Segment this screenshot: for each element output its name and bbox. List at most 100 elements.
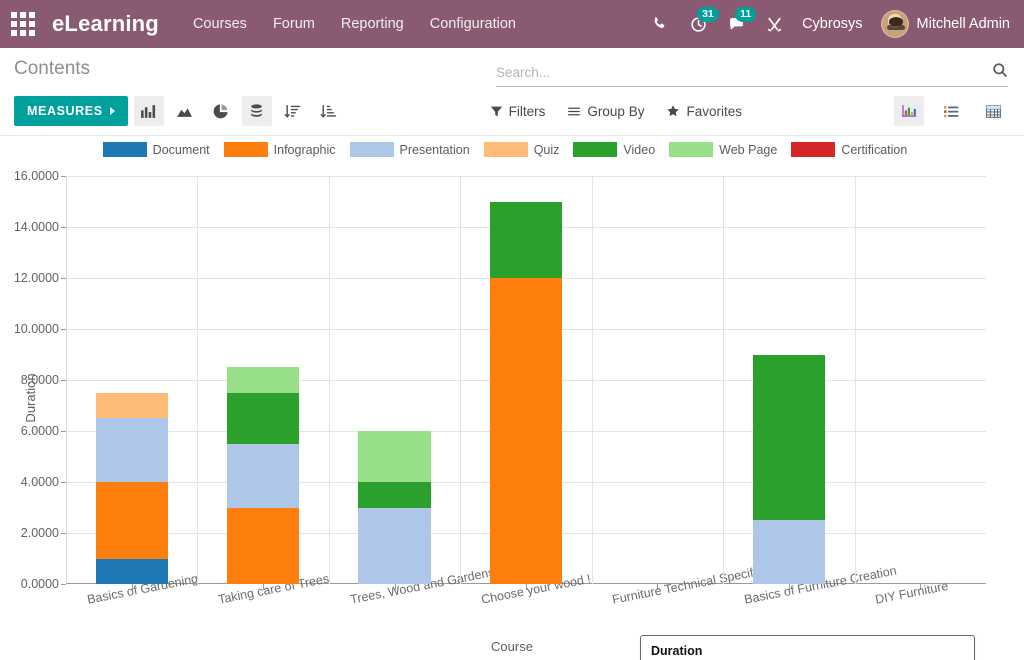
bar-segment-document[interactable] <box>95 558 168 584</box>
chart-legend: Document Infographic Presentation Quiz Video… <box>0 142 1024 157</box>
list-view-icon[interactable] <box>936 96 966 126</box>
bar-segment-presentation[interactable] <box>358 507 431 584</box>
bar-segment-infographic[interactable] <box>489 278 563 584</box>
bar-stack[interactable] <box>489 201 563 584</box>
legend-label: Document <box>152 142 210 157</box>
app-brand-elearning[interactable]: eLearning <box>52 11 159 37</box>
main-menu: Courses Forum Reporting Configuration <box>193 16 650 32</box>
chat-bubble-icon[interactable]: 11 <box>726 7 757 34</box>
y-tick-mark <box>61 380 66 381</box>
measures-button[interactable]: MEASURES <box>14 96 128 126</box>
y-tick-label: 6.0000 <box>20 424 59 438</box>
search-input[interactable] <box>496 65 986 80</box>
legend-swatch-icon <box>483 142 528 157</box>
y-tick-mark <box>61 584 66 585</box>
wrench-tools-icon[interactable] <box>764 14 784 34</box>
filters-label: Filters <box>508 103 546 119</box>
bar-segment-presentation[interactable] <box>752 520 825 584</box>
menu-item-reporting[interactable]: Reporting <box>341 16 404 32</box>
y-tick-mark <box>61 329 66 330</box>
favorites-button[interactable]: Favorites <box>666 104 742 119</box>
bar-segment-infographic[interactable] <box>95 482 168 559</box>
bar-segment-video[interactable] <box>227 392 300 444</box>
search-icon[interactable] <box>992 62 1008 83</box>
bar-segment-video[interactable] <box>752 354 825 521</box>
y-tick-label: 16.0000 <box>13 169 59 183</box>
search-bar[interactable] <box>496 62 1008 87</box>
y-tick-mark <box>61 278 66 279</box>
legend-label: Video <box>623 142 656 157</box>
bar-segment-quiz[interactable] <box>95 392 168 419</box>
y-tick-mark <box>61 431 66 432</box>
phone-icon[interactable] <box>650 14 670 34</box>
menu-item-courses[interactable]: Courses <box>193 16 247 32</box>
plot-area: 0.0000 2.0000 4.0000 6.0000 8.0000 10.0000 12.… <box>14 169 986 607</box>
filter-icon <box>490 106 502 116</box>
legend-item-infographic[interactable]: Infographic <box>223 142 336 157</box>
avatar <box>880 10 909 38</box>
bar-segment-web-page[interactable] <box>227 367 300 393</box>
bar-stack[interactable] <box>752 354 825 584</box>
pivot-view-icon[interactable] <box>978 96 1008 126</box>
menu-item-configuration[interactable]: Configuration <box>430 16 516 32</box>
legend-item-web-page[interactable]: Web Page <box>669 142 777 157</box>
bar-segment-presentation[interactable] <box>95 418 168 482</box>
bar-stack[interactable] <box>95 392 168 584</box>
clock-activity-icon[interactable]: 31 <box>688 7 719 34</box>
user-name-label: Mitchell Admin <box>916 16 1010 32</box>
legend-label: Quiz <box>533 142 560 157</box>
legend-label: Presentation <box>399 142 470 157</box>
group-by-button[interactable]: Group By <box>567 104 644 119</box>
legend-swatch-icon <box>102 142 147 157</box>
y-tick-label: 12.0000 <box>13 271 59 285</box>
bar-segment-infographic[interactable] <box>227 507 300 584</box>
messages-counter-badge: 11 <box>735 7 757 22</box>
y-tick-label: 14.0000 <box>13 220 59 234</box>
legend-label: Certification <box>841 142 908 157</box>
vertical-gridline <box>328 176 330 584</box>
bar-segment-web-page[interactable] <box>358 431 431 482</box>
company-switcher[interactable]: Cybrosys <box>802 16 862 32</box>
bar-stack[interactable] <box>358 431 431 584</box>
legend-item-presentation[interactable]: Presentation <box>349 142 470 157</box>
chart-tooltip: Duration Basics of Furniture Creation/Pr… <box>640 635 975 660</box>
y-tick-label: 8.0000 <box>20 373 59 387</box>
bar-stack[interactable] <box>227 367 300 584</box>
star-icon <box>667 105 680 117</box>
apps-grid-icon[interactable] <box>10 11 36 37</box>
sort-descending-icon[interactable] <box>278 96 308 126</box>
legend-item-certification[interactable]: Certification <box>791 142 907 157</box>
line-chart-icon[interactable] <box>170 96 200 126</box>
page-title: Contents <box>14 58 91 79</box>
legend-label: Infographic <box>273 142 336 157</box>
sort-ascending-icon[interactable] <box>314 96 344 126</box>
bar-chart-icon[interactable] <box>133 96 164 126</box>
legend-swatch-icon <box>791 142 836 157</box>
hamburger-icon <box>568 107 581 115</box>
legend-item-video[interactable]: Video <box>573 142 655 157</box>
bar-segment-presentation[interactable] <box>227 443 300 508</box>
top-navbar: eLearning Courses Forum Reporting Config… <box>0 0 1024 48</box>
y-tick-mark <box>61 482 66 483</box>
menu-item-forum[interactable]: Forum <box>273 16 315 32</box>
pie-chart-icon[interactable] <box>206 96 236 126</box>
tooltip-title: Duration <box>651 644 703 658</box>
legend-swatch-icon <box>223 142 268 157</box>
measures-label: MEASURES <box>27 104 103 118</box>
bar-segment-video[interactable] <box>358 482 431 508</box>
vertical-gridline <box>723 176 725 584</box>
legend-item-quiz[interactable]: Quiz <box>483 142 560 157</box>
graph-view-icon[interactable] <box>894 96 924 126</box>
group-by-label: Group By <box>587 103 645 119</box>
graph-view: Document Infographic Presentation Quiz Video… <box>0 136 1024 660</box>
vertical-gridline <box>854 176 856 584</box>
legend-swatch-icon <box>669 142 714 157</box>
bar-segment-video[interactable] <box>489 201 563 278</box>
vertical-gridline <box>197 176 199 584</box>
filters-button[interactable]: Filters <box>490 103 546 119</box>
legend-item-document[interactable]: Document <box>102 142 210 157</box>
y-tick-label: 4.0000 <box>20 475 59 489</box>
gridline <box>66 176 986 177</box>
stacked-icon[interactable] <box>241 96 272 126</box>
user-menu[interactable]: Mitchell Admin <box>880 10 1010 38</box>
